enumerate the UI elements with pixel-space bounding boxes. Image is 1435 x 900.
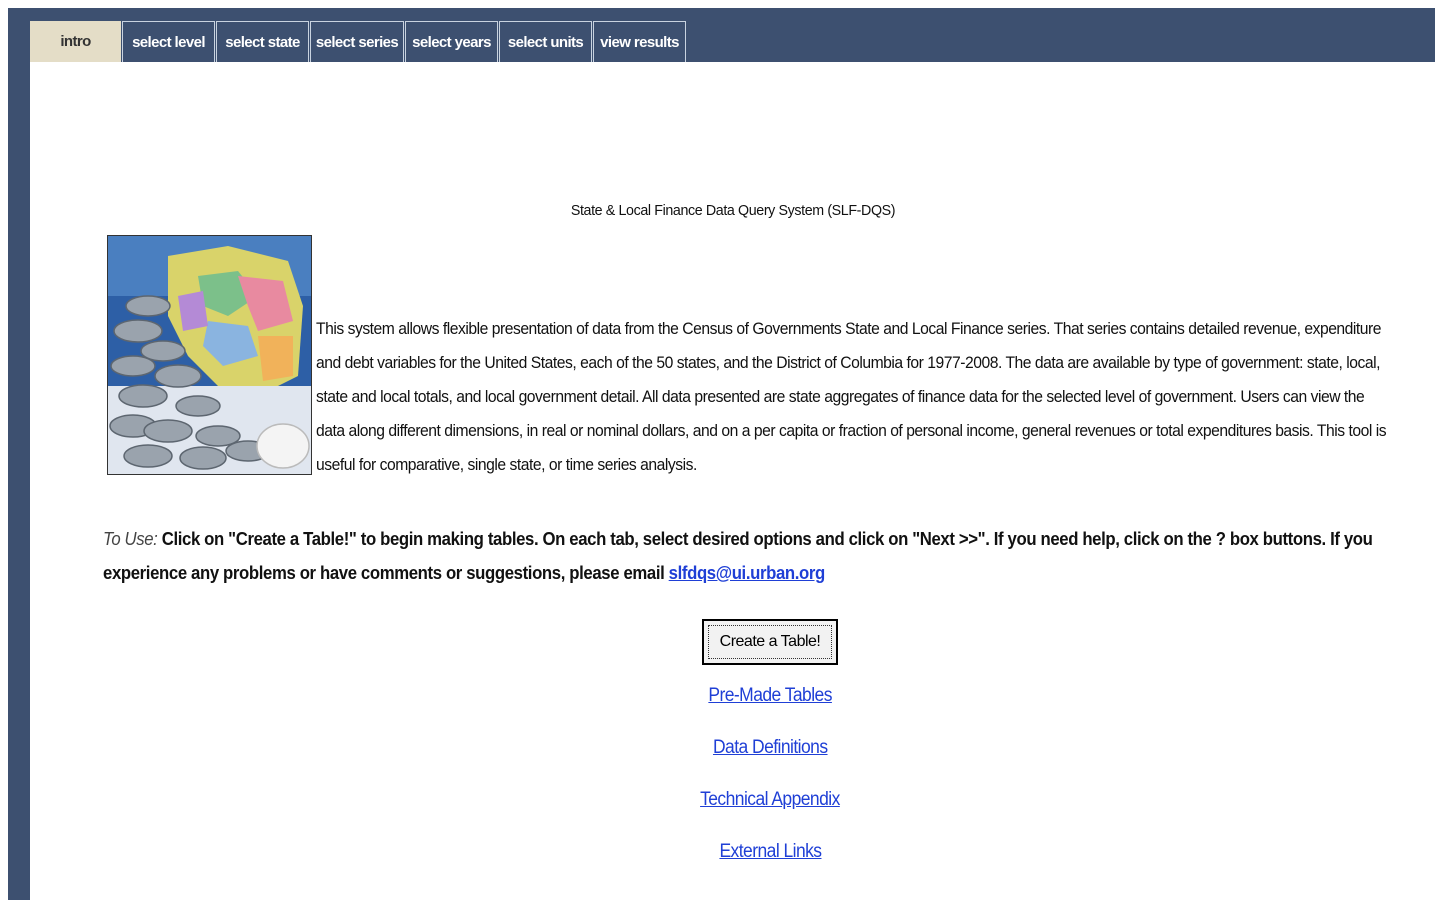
create-table-button[interactable]: Create a Table! (708, 625, 832, 659)
main-content: State & Local Finance Data Query System … (30, 62, 1435, 900)
link-pre-made-tables[interactable]: Pre-Made Tables (708, 686, 832, 706)
usage-instructions: To Use: Click on "Create a Table!" to be… (103, 522, 1382, 590)
map-coins-image (107, 235, 312, 475)
to-use-label: To Use: (103, 529, 158, 549)
tab-select-state[interactable]: select state (216, 21, 309, 62)
tab-select-years[interactable]: select years (405, 21, 498, 62)
tab-view-results[interactable]: view results (593, 21, 686, 62)
left-frame-border (8, 8, 30, 900)
resource-links: Pre-Made Tables Data Definitions Technic… (30, 686, 1435, 894)
page-title: State & Local Finance Data Query System … (570, 202, 896, 219)
tab-select-units[interactable]: select units (499, 21, 592, 62)
tab-bar: intro select level select state select s… (30, 21, 687, 62)
link-technical-appendix[interactable]: Technical Appendix (700, 790, 840, 810)
email-link[interactable]: slfdqs@ui.urban.org (669, 563, 826, 583)
tab-intro[interactable]: intro (30, 21, 121, 62)
link-external-links[interactable]: External Links (719, 842, 822, 862)
link-data-definitions[interactable]: Data Definitions (713, 738, 828, 758)
create-table-button-frame: Create a Table! (702, 619, 838, 665)
intro-description: This system allows flexible presentation… (316, 320, 1387, 474)
tab-select-level[interactable]: select level (122, 21, 215, 62)
tab-select-series[interactable]: select series (310, 21, 404, 62)
